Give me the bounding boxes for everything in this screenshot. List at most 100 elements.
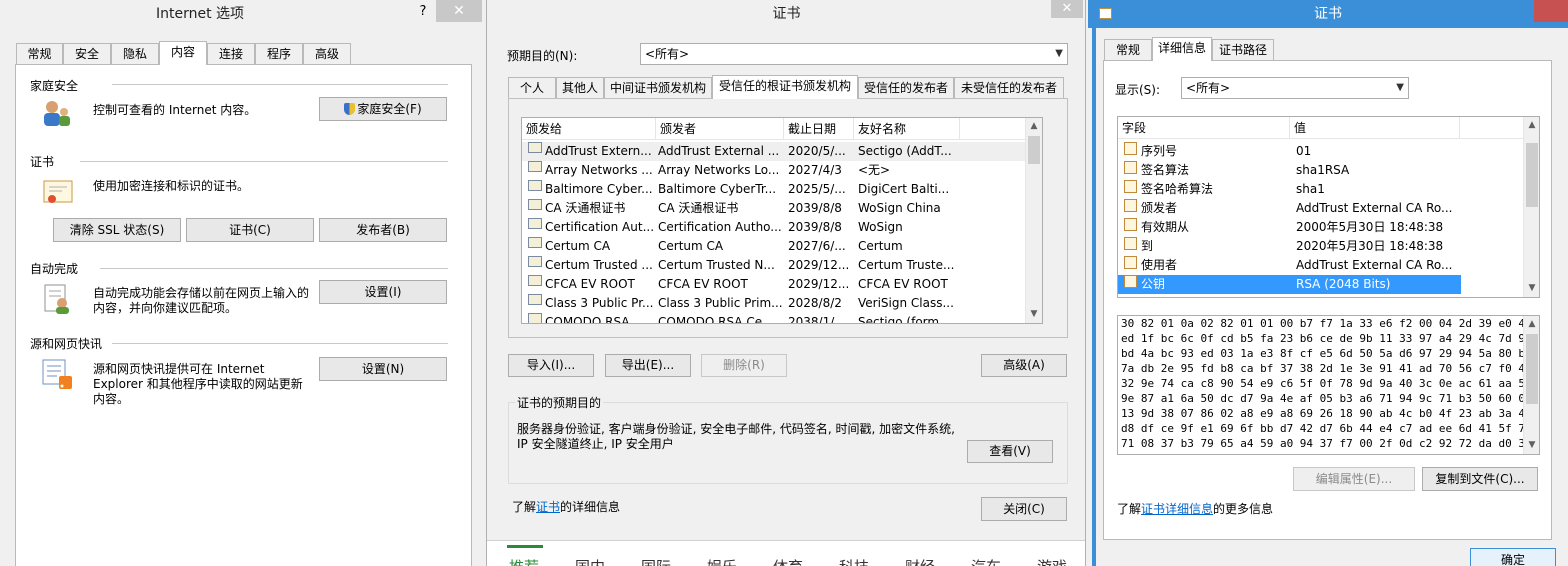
- column-issued-to[interactable]: 颁发给: [522, 118, 656, 140]
- field-list[interactable]: 字段 值 序列号 01 签名算法 sha1RSA 签名哈希算法 sha1 颁发者 AddTru…: [1117, 116, 1540, 298]
- field-row[interactable]: 签名哈希算法 sha1: [1118, 180, 1461, 199]
- field-row[interactable]: 序列号 01: [1118, 142, 1461, 161]
- family-safety-desc: 控制可查看的 Internet 内容。: [93, 103, 257, 117]
- value-scrollbar[interactable]: ▲ ▼: [1523, 316, 1539, 454]
- table-row[interactable]: CA 沃通根证书 CA 沃通根证书 2039/8/8 WoSign China: [522, 199, 1025, 218]
- field-value: 2020年5月30日 18:48:38: [1296, 239, 1444, 253]
- tab-untrusted-publishers[interactable]: 未受信任的发布者: [954, 77, 1064, 99]
- tab-trusted-publishers[interactable]: 受信任的发布者: [858, 77, 954, 99]
- scroll-thumb[interactable]: [1526, 143, 1538, 207]
- table-row[interactable]: Certum Trusted ... Certum Trusted N... 202…: [522, 256, 1025, 275]
- scroll-down-arrow-icon[interactable]: ▼: [1026, 306, 1042, 323]
- scroll-down-arrow-icon[interactable]: ▼: [1524, 280, 1539, 297]
- field-icon: [1124, 237, 1137, 250]
- table-row[interactable]: Certum CA Certum CA 2027/6/... Certum: [522, 237, 1025, 256]
- learn-prefix: 了解: [1117, 502, 1142, 516]
- tab-programs[interactable]: 程序: [255, 43, 303, 65]
- tab-trusted-root-ca[interactable]: 受信任的根证书颁发机构: [712, 75, 858, 99]
- certificate-list[interactable]: 颁发给 颁发者 截止日期 友好名称 AddTrust Extern... AddT…: [521, 117, 1043, 324]
- table-row[interactable]: Array Networks ... Array Networks Lo... 20…: [522, 161, 1025, 180]
- field-row[interactable]: 颁发者 AddTrust External CA Ro...: [1118, 199, 1461, 218]
- feeds-desc-3: 内容。: [93, 392, 130, 406]
- news-tab[interactable]: 财经: [905, 556, 935, 566]
- scroll-down-arrow-icon[interactable]: ▼: [1524, 437, 1539, 454]
- certificates-button[interactable]: 证书(C): [186, 218, 314, 242]
- remove-button[interactable]: 删除(R): [701, 354, 787, 377]
- tab-personal[interactable]: 个人: [508, 77, 556, 99]
- table-row[interactable]: Baltimore Cyber... Baltimore CyberTr... 20…: [522, 180, 1025, 199]
- advanced-button[interactable]: 高级(A): [981, 354, 1067, 377]
- close-button[interactable]: [1534, 0, 1568, 22]
- export-button[interactable]: 导出(E)...: [605, 354, 691, 377]
- scroll-up-arrow-icon[interactable]: ▲: [1524, 316, 1539, 333]
- close-button[interactable]: ✕: [1051, 0, 1083, 18]
- close-button[interactable]: ✕: [436, 0, 482, 22]
- feeds-settings-button[interactable]: 设置(N): [319, 357, 447, 381]
- news-tab[interactable]: 推荐: [509, 556, 539, 566]
- help-button[interactable]: ?: [415, 4, 431, 22]
- tab-general[interactable]: 常规: [16, 43, 63, 65]
- news-tabs: 推荐 国内 国际 娱乐 体育 科技 财经 汽车 游戏: [487, 556, 1085, 566]
- field-row[interactable]: 签名算法 sha1RSA: [1118, 161, 1461, 180]
- cell-to: Certification Aut...: [545, 220, 655, 234]
- news-tab[interactable]: 游戏: [1037, 556, 1067, 566]
- scroll-up-arrow-icon[interactable]: ▲: [1524, 117, 1539, 134]
- news-tab[interactable]: 娱乐: [707, 556, 737, 566]
- field-list-scrollbar[interactable]: ▲ ▼: [1523, 117, 1539, 297]
- cell-to: Array Networks ...: [545, 163, 653, 177]
- column-value[interactable]: 值: [1290, 117, 1460, 139]
- news-tab[interactable]: 科技: [839, 556, 869, 566]
- news-tab[interactable]: 汽车: [971, 556, 1001, 566]
- list-scrollbar[interactable]: ▲ ▼: [1025, 118, 1042, 323]
- family-safety-button[interactable]: 家庭安全(F): [319, 97, 447, 121]
- column-friendly-name[interactable]: 友好名称: [854, 118, 960, 140]
- tab-other-people[interactable]: 其他人: [556, 77, 604, 99]
- tab-general[interactable]: 常规: [1104, 39, 1152, 61]
- cell-name: Certum: [858, 239, 903, 253]
- purpose-select[interactable]: <所有> ▼: [640, 43, 1068, 65]
- certificates-link[interactable]: 证书: [536, 500, 560, 514]
- certificate-details-link[interactable]: 证书详细信息: [1141, 502, 1213, 516]
- scroll-up-arrow-icon[interactable]: ▲: [1026, 118, 1042, 135]
- tab-details[interactable]: 详细信息: [1152, 37, 1212, 61]
- field-row[interactable]: 有效期从 2000年5月30日 18:48:38: [1118, 218, 1461, 237]
- tab-cert-path[interactable]: 证书路径: [1212, 39, 1274, 61]
- table-row[interactable]: AddTrust Extern... AddTrust External ... 2…: [522, 142, 1025, 161]
- tab-connections[interactable]: 连接: [207, 43, 255, 65]
- close-dialog-button[interactable]: 关闭(C): [981, 497, 1067, 521]
- view-button[interactable]: 查看(V): [967, 440, 1053, 463]
- field-row[interactable]: 使用者 AddTrust External CA Ro...: [1118, 256, 1461, 275]
- tab-privacy[interactable]: 隐私: [111, 43, 159, 65]
- tab-advanced[interactable]: 高级: [303, 43, 351, 65]
- table-row[interactable]: CFCA EV ROOT CFCA EV ROOT 2029/12... CFCA E…: [522, 275, 1025, 294]
- field-row[interactable]: 到 2020年5月30日 18:48:38: [1118, 237, 1461, 256]
- news-tab[interactable]: 国内: [575, 556, 605, 566]
- tab-content[interactable]: 内容: [159, 41, 207, 65]
- autocomplete-settings-button[interactable]: 设置(I): [319, 280, 447, 304]
- news-tab[interactable]: 体育: [773, 556, 803, 566]
- scroll-thumb[interactable]: [1028, 136, 1040, 164]
- table-row[interactable]: Certification Aut... Certification Autho.…: [522, 218, 1025, 237]
- clear-ssl-button[interactable]: 清除 SSL 状态(S): [53, 218, 181, 242]
- family-safety-heading: 家庭安全: [30, 79, 79, 93]
- tab-security[interactable]: 安全: [63, 43, 111, 65]
- import-button[interactable]: 导入(I)...: [508, 354, 594, 377]
- show-select[interactable]: <所有> ▼: [1181, 77, 1409, 99]
- table-row[interactable]: COMODO RSA ... COMODO RSA Ce... 2038/1/...…: [522, 313, 1025, 323]
- table-row[interactable]: Class 3 Public Pr... Class 3 Public Prim.…: [522, 294, 1025, 313]
- scroll-thumb[interactable]: [1526, 334, 1538, 404]
- publishers-button[interactable]: 发布者(B): [319, 218, 447, 242]
- tab-intermediate-ca[interactable]: 中间证书颁发机构: [604, 77, 712, 99]
- column-issued-by[interactable]: 颁发者: [656, 118, 784, 140]
- copy-to-file-button[interactable]: 复制到文件(C)...: [1422, 467, 1538, 491]
- column-field[interactable]: 字段: [1118, 117, 1290, 139]
- ok-button[interactable]: 确定: [1470, 548, 1556, 566]
- window-title: 证书: [772, 6, 801, 22]
- edit-properties-button[interactable]: 编辑属性(E)...: [1293, 467, 1415, 491]
- learn-suffix: 的更多信息: [1213, 502, 1274, 516]
- field-row[interactable]: 公钥 RSA (2048 Bits): [1118, 275, 1461, 294]
- field-icon: [1124, 218, 1137, 231]
- column-expiration[interactable]: 截止日期: [784, 118, 854, 140]
- news-tab[interactable]: 国际: [641, 556, 671, 566]
- value-hex-box[interactable]: 30 82 01 0a 02 82 01 01 00 b7 f7 1a 33 e…: [1117, 315, 1540, 455]
